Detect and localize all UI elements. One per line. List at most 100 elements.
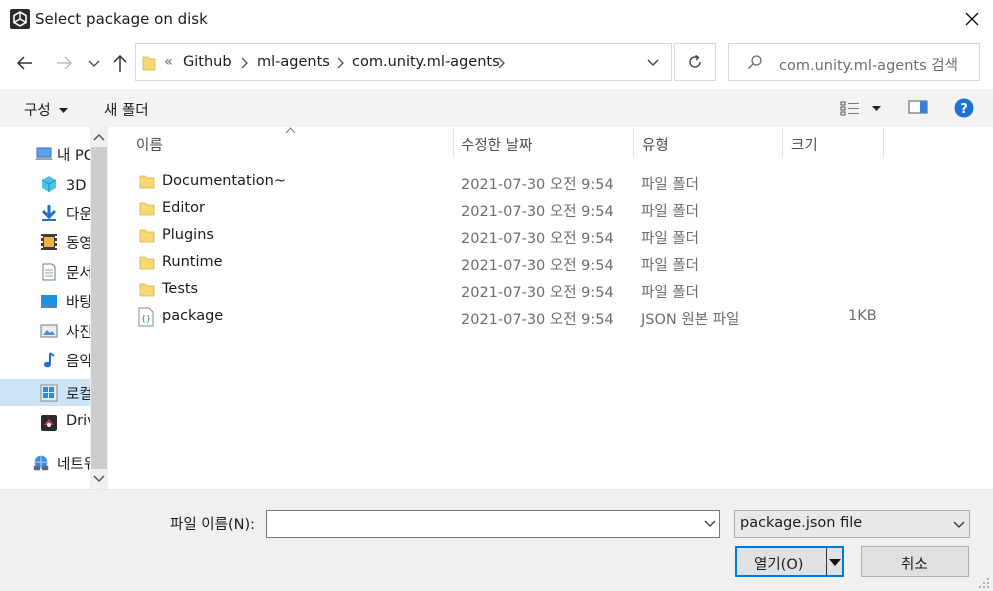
- preview-pane-button[interactable]: [908, 99, 928, 117]
- column-divider[interactable]: [782, 128, 783, 158]
- file-row[interactable]: Tests 2021-07-30 오전 9:54 파일 폴더: [128, 277, 888, 304]
- file-date: 2021-07-30 오전 9:54: [461, 285, 614, 301]
- view-options-button[interactable]: [840, 100, 882, 118]
- file-row[interactable]: Plugins 2021-07-30 오전 9:54 파일 폴더: [128, 223, 888, 250]
- nav-item-downloads[interactable]: 다운로드: [0, 199, 90, 226]
- command-bar: 구성 새 폴더 ?: [0, 89, 993, 127]
- file-date: 2021-07-30 오전 9:54: [461, 258, 614, 274]
- chevron-down-icon: [88, 60, 100, 67]
- up-button[interactable]: [109, 52, 131, 74]
- open-label: 열기(O): [754, 557, 804, 573]
- breadcrumb-com-unity-ml-agents[interactable]: com.unity.ml-agents: [352, 54, 500, 70]
- nav-item-pc[interactable]: 내 PC: [0, 140, 90, 167]
- nav-scrollbar-thumb[interactable]: [91, 147, 107, 469]
- back-button[interactable]: [14, 52, 36, 74]
- nav-item-desktop[interactable]: 바탕 화면: [0, 287, 90, 314]
- nav-label: 3D 개체: [66, 178, 90, 194]
- file-name: Runtime: [162, 254, 223, 270]
- resize-grip-icon[interactable]: [978, 577, 990, 589]
- video-icon: [41, 234, 57, 250]
- help-button[interactable]: ?: [954, 98, 974, 118]
- file-name: Tests: [162, 281, 199, 297]
- column-divider[interactable]: [453, 128, 454, 158]
- nav-item-music[interactable]: 음악: [0, 346, 90, 373]
- nav-item-network[interactable]: 네트워크: [0, 449, 90, 476]
- file-row[interactable]: Runtime 2021-07-30 오전 9:54 파일 폴더: [128, 250, 888, 277]
- arrow-left-icon: [16, 56, 32, 70]
- file-row[interactable]: Editor 2021-07-30 오전 9:54 파일 폴더: [128, 196, 888, 223]
- forward-button[interactable]: [53, 52, 75, 74]
- file-type: 파일 폴더: [641, 231, 699, 247]
- column-header-date[interactable]: 수정한 날짜: [461, 134, 532, 155]
- scroll-down-arrow[interactable]: [93, 473, 105, 483]
- breadcrumb-github[interactable]: Github: [183, 54, 232, 70]
- network-icon: [33, 455, 49, 471]
- nav-label: 바탕 화면: [66, 295, 90, 311]
- caret-down-icon: [872, 106, 881, 111]
- new-folder-button[interactable]: 새 폴더: [104, 99, 149, 120]
- file-date: 2021-07-30 오전 9:54: [461, 177, 614, 193]
- column-header-name[interactable]: 이름: [136, 134, 163, 155]
- file-name: Editor: [162, 200, 205, 216]
- file-date: 2021-07-30 오전 9:54: [461, 231, 614, 247]
- scroll-up-arrow[interactable]: [93, 133, 105, 143]
- search-box[interactable]: com.unity.ml-agents 검색: [728, 43, 980, 81]
- recent-locations-button[interactable]: [86, 54, 102, 72]
- download-icon: [41, 205, 57, 221]
- file-type-select[interactable]: package.json file: [734, 510, 970, 538]
- organize-button[interactable]: 구성: [24, 99, 69, 120]
- caret-down-icon[interactable]: [829, 559, 841, 566]
- nav-item-drive[interactable]: Drive: [0, 409, 90, 436]
- address-bar[interactable]: « Github ml-agents com.unity.ml-agents: [135, 43, 672, 81]
- chevron-right-icon[interactable]: [335, 57, 345, 69]
- file-size: 1KB: [848, 308, 877, 324]
- arrow-right-icon: [57, 56, 73, 70]
- svg-text:?: ?: [960, 102, 968, 117]
- nav-label: 다운로드: [66, 207, 90, 223]
- cancel-button[interactable]: 취소: [861, 546, 969, 577]
- folder-icon: [139, 229, 155, 243]
- file-row[interactable]: Documentation~ 2021-07-30 오전 9:54 파일 폴더: [128, 169, 888, 196]
- breadcrumb-ml-agents[interactable]: ml-agents: [257, 54, 330, 70]
- refresh-button[interactable]: [674, 43, 716, 81]
- folder-icon: [142, 56, 156, 71]
- nav-item-documents[interactable]: 문서: [0, 258, 90, 285]
- nav-label: 문서: [66, 266, 90, 282]
- file-type-value: package.json file: [740, 515, 863, 531]
- search-placeholder: com.unity.ml-agents 검색: [779, 58, 958, 74]
- breadcrumb-overflow[interactable]: «: [164, 54, 173, 70]
- folder-icon: [139, 256, 155, 270]
- column-divider[interactable]: [633, 128, 634, 158]
- folder-icon: [139, 175, 155, 189]
- file-row[interactable]: {} package 2021-07-30 오전 9:54 JSON 원본 파일…: [128, 304, 888, 331]
- close-button[interactable]: [955, 4, 989, 34]
- cancel-label: 취소: [901, 557, 928, 573]
- nav-label: 내 PC: [57, 148, 90, 164]
- filename-input[interactable]: [266, 510, 720, 538]
- cube-3d-icon: [41, 176, 57, 192]
- document-icon: [42, 263, 56, 281]
- chevron-right-icon[interactable]: [239, 57, 249, 69]
- nav-item-3d-objects[interactable]: 3D 개체: [0, 170, 90, 197]
- filename-history-dropdown[interactable]: [700, 511, 719, 537]
- file-type: 파일 폴더: [641, 258, 699, 274]
- organize-label: 구성: [24, 103, 51, 119]
- caret-down-icon: [59, 108, 69, 113]
- column-divider[interactable]: [883, 128, 884, 158]
- address-history-dropdown[interactable]: [646, 58, 660, 68]
- nav-item-videos[interactable]: 동영상: [0, 228, 90, 255]
- unity-logo-icon: [10, 9, 30, 29]
- nav-item-local-disk[interactable]: 로컬 디스크: [0, 379, 90, 406]
- folder-icon: [139, 283, 155, 297]
- file-name: package: [162, 308, 224, 324]
- nav-label: 로컬 디스크: [66, 387, 90, 403]
- open-button[interactable]: 열기(O): [735, 546, 844, 577]
- filename-label: 파일 이름(N):: [170, 517, 256, 533]
- chevron-right-icon[interactable]: [496, 57, 506, 69]
- nav-item-pictures[interactable]: 사진: [0, 317, 90, 344]
- window-title: Select package on disk: [35, 10, 208, 28]
- column-header-type[interactable]: 유형: [642, 134, 669, 155]
- folder-icon: [139, 202, 155, 216]
- pc-icon: [35, 147, 53, 160]
- column-header-size[interactable]: 크기: [791, 134, 818, 155]
